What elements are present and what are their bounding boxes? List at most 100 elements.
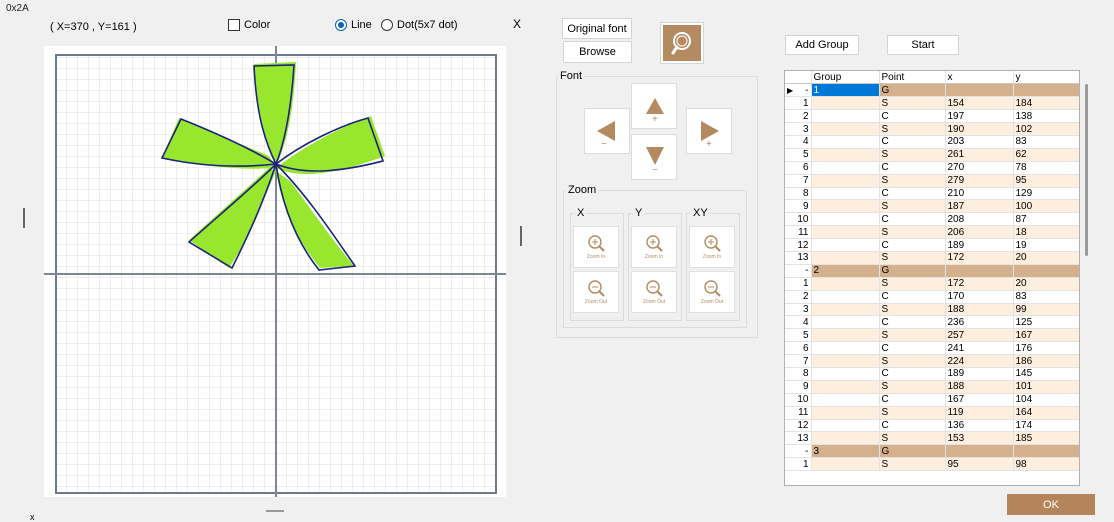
cell-y[interactable]: 99 xyxy=(1013,303,1079,317)
cell-group[interactable] xyxy=(811,419,880,433)
cell-y[interactable]: 101 xyxy=(1013,380,1079,394)
cell-group[interactable] xyxy=(811,212,880,227)
cell-point[interactable]: S xyxy=(879,354,946,368)
cell-x[interactable]: 190 xyxy=(945,122,1014,136)
cell-group[interactable] xyxy=(811,225,880,240)
cell-x[interactable]: 188 xyxy=(945,380,1014,394)
group-row[interactable]: ▶ -1G xyxy=(785,83,1079,98)
start-button[interactable]: Start xyxy=(887,35,959,55)
cell-y[interactable]: 174 xyxy=(1013,419,1079,433)
cell-x[interactable]: 279 xyxy=(945,174,1014,188)
cell-x[interactable]: 119 xyxy=(945,406,1014,420)
cell-group[interactable] xyxy=(811,187,880,201)
cell-point[interactable]: S xyxy=(879,380,946,394)
cell-x[interactable]: 197 xyxy=(945,109,1014,124)
cell-x[interactable]: 170 xyxy=(945,290,1014,304)
cell-group[interactable] xyxy=(811,174,880,188)
add-group-button[interactable]: Add Group xyxy=(785,35,859,55)
cell-x[interactable]: 210 xyxy=(945,187,1014,201)
cell-point[interactable]: C xyxy=(879,315,946,330)
cell-group[interactable] xyxy=(811,393,880,407)
cell-group[interactable] xyxy=(811,277,880,291)
cell-group[interactable] xyxy=(811,122,880,136)
table-row[interactable]: 3 S 188 99 xyxy=(785,303,1079,317)
cell-group[interactable] xyxy=(811,109,880,124)
cell-x[interactable]: 257 xyxy=(945,328,1014,343)
right-button[interactable]: + xyxy=(686,108,732,154)
cell-x[interactable]: 261 xyxy=(945,148,1014,162)
grid-scrollbar-thumb[interactable] xyxy=(1085,84,1088,256)
group-row[interactable]: -3G xyxy=(785,444,1079,459)
cell-group[interactable] xyxy=(811,148,880,162)
table-row[interactable]: 10 C 167 104 xyxy=(785,393,1079,407)
cell-point[interactable]: G xyxy=(879,83,946,98)
browse-button[interactable]: Browse xyxy=(563,41,632,63)
radio-unselected[interactable] xyxy=(381,19,393,31)
cell-point[interactable]: S xyxy=(879,406,946,420)
cell-y[interactable]: 18 xyxy=(1013,225,1079,240)
cell-group[interactable] xyxy=(811,431,880,446)
cell-x[interactable]: 206 xyxy=(945,225,1014,240)
cell-point[interactable]: S xyxy=(879,457,946,472)
table-row[interactable]: 2 C 170 83 xyxy=(785,290,1079,304)
cell-group[interactable] xyxy=(811,303,880,317)
zoom-out-y-button[interactable]: Zoom Out xyxy=(631,271,677,313)
cell-y[interactable]: 20 xyxy=(1013,277,1079,291)
cell-group[interactable]: 3 xyxy=(811,444,880,459)
cell-y[interactable]: 186 xyxy=(1013,354,1079,368)
cell-point[interactable]: C xyxy=(879,212,946,227)
table-row[interactable]: 2 C 197 138 xyxy=(785,109,1079,124)
cell-group[interactable] xyxy=(811,290,880,304)
cell-group[interactable] xyxy=(811,251,880,265)
cell-point[interactable]: C xyxy=(879,341,946,356)
cell-group[interactable] xyxy=(811,199,880,214)
table-row[interactable]: 6 C 241 176 xyxy=(785,341,1079,356)
magnifier-button[interactable] xyxy=(660,22,704,64)
cell-x[interactable]: 154 xyxy=(945,96,1014,111)
cell-point[interactable]: C xyxy=(879,187,946,201)
table-row[interactable]: 8 C 189 145 xyxy=(785,367,1079,381)
table-row[interactable]: 13 S 153 185 xyxy=(785,431,1079,446)
cell-point[interactable]: S xyxy=(879,328,946,343)
table-row[interactable]: 9 S 188 101 xyxy=(785,380,1079,394)
cell-y[interactable]: 100 xyxy=(1013,199,1079,214)
column-header-y[interactable]: y xyxy=(1013,71,1079,85)
cell-y[interactable]: 95 xyxy=(1013,174,1079,188)
cell-x[interactable]: 153 xyxy=(945,431,1014,446)
cell-x[interactable]: 189 xyxy=(945,238,1014,252)
cell-y[interactable]: 98 xyxy=(1013,457,1079,472)
down-button[interactable]: − xyxy=(631,134,677,180)
cell-x[interactable]: 203 xyxy=(945,135,1014,149)
cell-x[interactable]: 189 xyxy=(945,367,1014,381)
cell-y[interactable]: 104 xyxy=(1013,393,1079,407)
points-grid[interactable]: Group Point x y ▶ -1 G 1 S 154 184 2 C 197 138 3 S 1… xyxy=(784,70,1080,486)
cell-x[interactable]: 224 xyxy=(945,354,1014,368)
cell-group[interactable] xyxy=(811,341,880,356)
cell-y[interactable]: 78 xyxy=(1013,161,1079,175)
table-row[interactable]: 3 S 190 102 xyxy=(785,122,1079,136)
cell-x[interactable]: 236 xyxy=(945,315,1014,330)
column-header-group[interactable]: Group xyxy=(811,71,880,85)
color-checkbox[interactable]: Color xyxy=(228,19,270,31)
radio-selected[interactable] xyxy=(335,19,347,31)
ok-button[interactable]: OK xyxy=(1007,494,1095,515)
cell-x[interactable]: 270 xyxy=(945,161,1014,175)
table-row[interactable]: 9 S 187 100 xyxy=(785,199,1079,214)
cell-x[interactable]: 187 xyxy=(945,199,1014,214)
cell-x[interactable]: 172 xyxy=(945,251,1014,265)
cell-point[interactable]: C xyxy=(879,367,946,381)
cell-x[interactable]: 136 xyxy=(945,419,1014,433)
zoom-in-y-button[interactable]: Zoom In xyxy=(631,226,677,268)
cell-point[interactable]: C xyxy=(879,135,946,149)
left-resize-handle[interactable] xyxy=(23,208,25,228)
cell-point[interactable]: C xyxy=(879,393,946,407)
cell-point[interactable]: S xyxy=(879,277,946,291)
cell-y[interactable]: 185 xyxy=(1013,431,1079,446)
cell-y[interactable]: 167 xyxy=(1013,328,1079,343)
table-row[interactable]: 1 S 95 98 xyxy=(785,457,1079,472)
cell-point[interactable]: C xyxy=(879,290,946,304)
cell-point[interactable]: C xyxy=(879,161,946,175)
table-row[interactable]: 6 C 270 78 xyxy=(785,161,1079,175)
cell-point[interactable]: C xyxy=(879,238,946,252)
table-row[interactable]: 8 C 210 129 xyxy=(785,187,1079,201)
